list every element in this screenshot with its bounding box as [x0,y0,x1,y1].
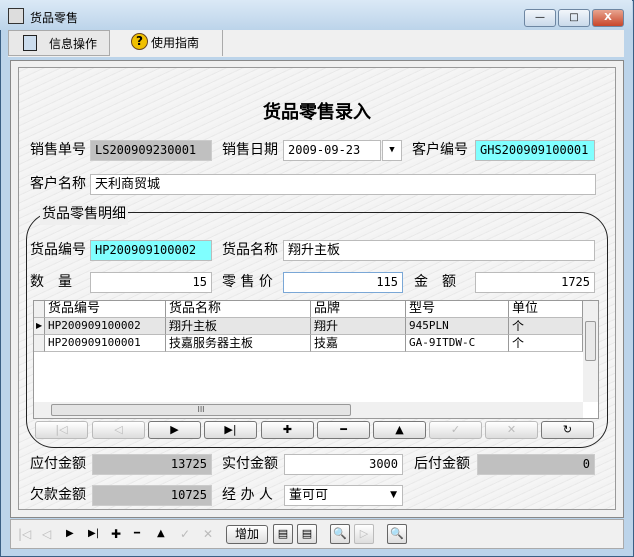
later-label: 后付金额 [414,456,470,472]
goods-name-label: 货品名称 [222,242,278,258]
cell[interactable]: 技嘉服务器主板 [166,335,311,352]
toolbar-first-button[interactable]: |◁ [18,522,31,546]
help-icon: ? [131,33,148,50]
qty-input[interactable]: 15 [90,272,212,293]
nav-refresh-button[interactable]: ↻ [541,421,594,439]
owed-field: 10725 [92,485,212,506]
hscroll-thumb[interactable]: III [51,404,351,416]
cell[interactable]: HP200909100002 [45,318,166,335]
maximize-button[interactable]: □ [558,9,590,27]
app-icon [8,8,24,24]
amount-label: 金 额 [414,274,456,290]
toolbar-last-button[interactable]: ▶| [88,522,99,546]
cell[interactable]: HP200909100001 [45,335,166,352]
handler-label: 经 办 人 [222,487,273,503]
customer-no-field[interactable]: GHS200909100001 [475,140,595,161]
handler-value: 董可可 [289,488,329,503]
nav-prior-button[interactable]: ◁ [92,421,145,439]
tab-bar: 信息操作 ? 使用指南 [8,30,624,57]
customer-no-label: 客户编号 [412,142,468,158]
nav-next-button[interactable]: ▶ [148,421,201,439]
tab-user-guide[interactable]: ? 使用指南 [111,30,223,56]
vscroll-thumb[interactable] [585,321,596,361]
nav-cancel-button[interactable]: ✕ [485,421,538,439]
toolbar-prior-button[interactable]: ◁ [42,522,51,546]
horizontal-scrollbar[interactable]: III [34,402,583,418]
payable-field: 13725 [92,454,212,475]
nav-insert-button[interactable]: ✚ [261,421,314,439]
goods-no-label: 货品编号 [30,242,86,258]
cell[interactable]: 技嘉 [311,335,406,352]
amount-input[interactable]: 1725 [475,272,595,293]
tab-label: 信息操作 [49,37,98,51]
nav-first-button[interactable]: |◁ [35,421,88,439]
cell[interactable]: 个 [509,335,583,352]
table-row[interactable]: ▶ HP200909100002 翔升主板 翔升 945PLN 个 [34,318,583,335]
cell[interactable]: 945PLN [406,318,509,335]
sale-date-label: 销售日期 [222,142,278,158]
nav-delete-button[interactable]: ━ [317,421,370,439]
price-label: 零 售 价 [222,274,273,290]
search-icon[interactable]: 🔍 [387,524,407,544]
detail-grid[interactable]: 货品编号 货品名称 品牌 型号 单位 ▶ HP200909100002 翔升主板… [33,300,599,419]
nav-post-button[interactable]: ✓ [429,421,482,439]
book-icon [23,35,37,51]
print-icon[interactable]: ▤ [273,524,293,544]
toolbar-post-button[interactable]: ✓ [180,522,190,546]
later-field: 0 [477,454,595,475]
cell[interactable]: 翔升 [311,318,406,335]
tab-info-operation[interactable]: 信息操作 [8,30,110,56]
nav-edit-button[interactable]: ▲ [373,421,426,439]
qty-label: 数 量 [30,274,72,290]
col-header[interactable]: 型号 [406,301,509,318]
goods-name-input[interactable]: 翔升主板 [283,240,595,261]
page-title: 货品零售录入 [263,102,371,123]
toolbar-next-button[interactable]: ▶ [66,522,74,546]
add-button[interactable]: 增加 [226,525,268,544]
cell[interactable]: 个 [509,318,583,335]
tab-label: 使用指南 [151,36,200,50]
paid-label: 实付金额 [222,456,278,472]
col-header[interactable]: 货品编号 [45,301,166,318]
chevron-down-icon: ▼ [390,490,397,500]
sale-date-input[interactable]: 2009-09-23 [283,140,381,161]
nav-last-button[interactable]: ▶| [204,421,257,439]
goods-no-field[interactable]: HP200909100002 [90,240,212,261]
table-row[interactable]: HP200909100001 技嘉服务器主板 技嘉 GA-9ITDW-C 个 [34,335,583,352]
sale-no-field: LS200909230001 [90,140,212,161]
col-header[interactable]: 单位 [509,301,583,318]
customer-name-label: 客户名称 [30,176,86,192]
owed-label: 欠款金额 [30,487,86,503]
date-dropdown-button[interactable]: ▼ [382,140,402,161]
customer-name-input[interactable]: 天利商贸城 [90,174,596,195]
col-header[interactable]: 货品名称 [166,301,311,318]
cell[interactable]: GA-9ITDW-C [406,335,509,352]
sale-no-label: 销售单号 [30,142,86,158]
play-icon[interactable]: ▷ [354,524,374,544]
header-indicator [34,301,45,318]
paid-input[interactable]: 3000 [284,454,403,475]
print-preview-icon[interactable]: 🔍 [330,524,350,544]
col-header[interactable]: 品牌 [311,301,406,318]
row-pointer-icon: ▶ [34,318,45,335]
toolbar-cancel-button[interactable]: ✕ [203,522,213,546]
cell[interactable]: 翔升主板 [166,318,311,335]
group-title: 货品零售明细 [40,204,128,225]
toolbar-delete-button[interactable]: ━ [134,522,140,546]
vertical-scrollbar[interactable] [583,301,598,402]
toolbar-insert-button[interactable]: ✚ [111,522,121,546]
row-indicator [34,335,45,352]
window-title: 货品零售 [30,11,79,25]
toolbar-edit-button[interactable]: ▲ [157,522,165,546]
bottom-toolbar [10,519,624,549]
close-button[interactable]: X [592,9,624,27]
price-input[interactable]: 115 [283,272,403,293]
payable-label: 应付金额 [30,456,86,472]
handler-select[interactable]: 董可可 ▼ [284,485,403,506]
print-export-icon[interactable]: ▤ [297,524,317,544]
minimize-button[interactable]: — [524,9,556,27]
